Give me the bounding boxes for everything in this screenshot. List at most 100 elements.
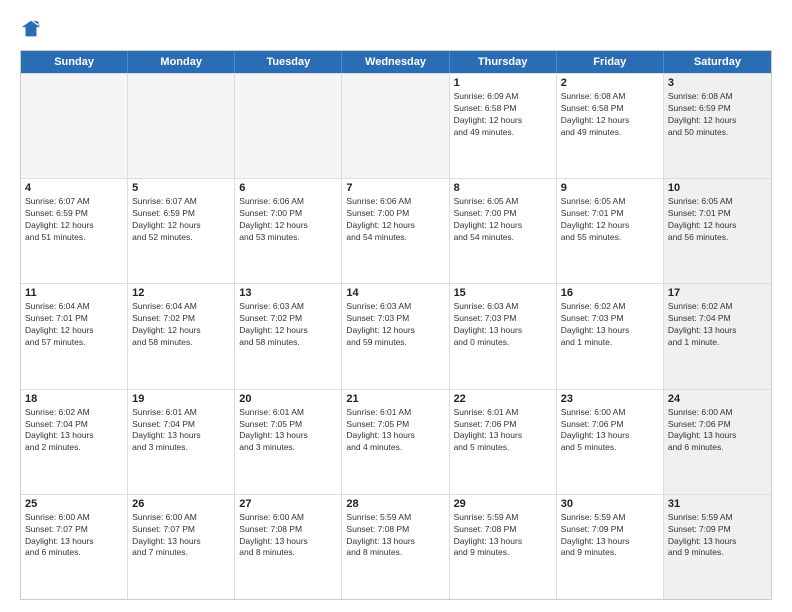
calendar-row-3: 18 Sunrise: 6:02 AM Sunset: 7:04 PM Dayli… [21, 389, 771, 494]
day-cell-15: 15 Sunrise: 6:03 AM Sunset: 7:03 PM Dayli… [450, 284, 557, 388]
day-number: 25 [25, 498, 123, 510]
day-info: Sunrise: 5:59 AM Sunset: 7:09 PM Dayligh… [561, 512, 659, 560]
empty-cell-0-3 [342, 74, 449, 178]
day-cell-7: 7 Sunrise: 6:06 AM Sunset: 7:00 PM Daylig… [342, 179, 449, 283]
day-number: 12 [132, 287, 230, 299]
day-info: Sunrise: 6:04 AM Sunset: 7:01 PM Dayligh… [25, 301, 123, 349]
day-number: 4 [25, 182, 123, 194]
day-number: 3 [668, 77, 767, 89]
day-info: Sunrise: 5:59 AM Sunset: 7:08 PM Dayligh… [454, 512, 552, 560]
page: SundayMondayTuesdayWednesdayThursdayFrid… [0, 0, 792, 612]
day-cell-23: 23 Sunrise: 6:00 AM Sunset: 7:06 PM Dayli… [557, 390, 664, 494]
day-info: Sunrise: 6:04 AM Sunset: 7:02 PM Dayligh… [132, 301, 230, 349]
day-number: 13 [239, 287, 337, 299]
empty-cell-0-2 [235, 74, 342, 178]
day-cell-31: 31Sunrise: 5:59 AM Sunset: 7:09 PM Dayli… [664, 495, 771, 599]
day-number: 15 [454, 287, 552, 299]
day-info: Sunrise: 6:09 AM Sunset: 6:58 PM Dayligh… [454, 91, 552, 139]
day-cell-9: 9 Sunrise: 6:05 AM Sunset: 7:01 PM Daylig… [557, 179, 664, 283]
day-number: 22 [454, 393, 552, 405]
day-number: 1 [454, 77, 552, 89]
day-of-week-saturday: Saturday [664, 51, 771, 73]
day-cell-21: 21Sunrise: 6:01 AM Sunset: 7:05 PM Dayli… [342, 390, 449, 494]
day-cell-10: 10 Sunrise: 6:05 AM Sunset: 7:01 PM Dayli… [664, 179, 771, 283]
day-info: Sunrise: 6:01 AM Sunset: 7:04 PM Dayligh… [132, 407, 230, 455]
day-cell-1: 1 Sunrise: 6:09 AM Sunset: 6:58 PM Daylig… [450, 74, 557, 178]
day-cell-30: 30 Sunrise: 5:59 AM Sunset: 7:09 PM Dayli… [557, 495, 664, 599]
day-number: 6 [239, 182, 337, 194]
day-info: Sunrise: 6:02 AM Sunset: 7:04 PM Dayligh… [25, 407, 123, 455]
day-info: Sunrise: 6:06 AM Sunset: 7:00 PM Dayligh… [346, 196, 444, 244]
day-cell-2: 2 Sunrise: 6:08 AM Sunset: 6:58 PM Daylig… [557, 74, 664, 178]
day-info: Sunrise: 6:01 AM Sunset: 7:05 PM Dayligh… [239, 407, 337, 455]
day-info: Sunrise: 6:08 AM Sunset: 6:58 PM Dayligh… [561, 91, 659, 139]
day-of-week-sunday: Sunday [21, 51, 128, 73]
logo [20, 18, 46, 40]
day-info: Sunrise: 6:03 AM Sunset: 7:02 PM Dayligh… [239, 301, 337, 349]
day-number: 29 [454, 498, 552, 510]
day-cell-20: 20 Sunrise: 6:01 AM Sunset: 7:05 PM Dayli… [235, 390, 342, 494]
day-cell-22: 22 Sunrise: 6:01 AM Sunset: 7:06 PM Dayli… [450, 390, 557, 494]
day-of-week-wednesday: Wednesday [342, 51, 449, 73]
day-cell-29: 29 Sunrise: 5:59 AM Sunset: 7:08 PM Dayli… [450, 495, 557, 599]
day-info: Sunrise: 6:03 AM Sunset: 7:03 PM Dayligh… [454, 301, 552, 349]
day-info: Sunrise: 6:07 AM Sunset: 6:59 PM Dayligh… [25, 196, 123, 244]
day-info: Sunrise: 6:06 AM Sunset: 7:00 PM Dayligh… [239, 196, 337, 244]
day-number: 14 [346, 287, 444, 299]
day-number: 31 [668, 498, 767, 510]
day-cell-13: 13 Sunrise: 6:03 AM Sunset: 7:02 PM Dayli… [235, 284, 342, 388]
day-number: 20 [239, 393, 337, 405]
calendar-row-0: 1 Sunrise: 6:09 AM Sunset: 6:58 PM Daylig… [21, 73, 771, 178]
day-number: 10 [668, 182, 767, 194]
day-number: 9 [561, 182, 659, 194]
day-info: Sunrise: 6:05 AM Sunset: 7:01 PM Dayligh… [668, 196, 767, 244]
day-info: Sunrise: 6:01 AM Sunset: 7:06 PM Dayligh… [454, 407, 552, 455]
day-info: Sunrise: 6:01 AM Sunset: 7:05 PM Dayligh… [346, 407, 444, 455]
day-number: 8 [454, 182, 552, 194]
day-number: 26 [132, 498, 230, 510]
day-number: 11 [25, 287, 123, 299]
calendar-row-4: 25Sunrise: 6:00 AM Sunset: 7:07 PM Dayli… [21, 494, 771, 599]
calendar-body: 1 Sunrise: 6:09 AM Sunset: 6:58 PM Daylig… [21, 73, 771, 599]
day-cell-28: 28Sunrise: 5:59 AM Sunset: 7:08 PM Dayli… [342, 495, 449, 599]
day-cell-17: 17 Sunrise: 6:02 AM Sunset: 7:04 PM Dayli… [664, 284, 771, 388]
day-number: 30 [561, 498, 659, 510]
day-number: 28 [346, 498, 444, 510]
day-cell-16: 16Sunrise: 6:02 AM Sunset: 7:03 PM Dayli… [557, 284, 664, 388]
day-of-week-tuesday: Tuesday [235, 51, 342, 73]
day-number: 7 [346, 182, 444, 194]
empty-cell-0-1 [128, 74, 235, 178]
calendar-row-2: 11 Sunrise: 6:04 AM Sunset: 7:01 PM Dayli… [21, 283, 771, 388]
day-info: Sunrise: 6:05 AM Sunset: 7:00 PM Dayligh… [454, 196, 552, 244]
day-cell-14: 14 Sunrise: 6:03 AM Sunset: 7:03 PM Dayli… [342, 284, 449, 388]
day-info: Sunrise: 6:05 AM Sunset: 7:01 PM Dayligh… [561, 196, 659, 244]
calendar-header: SundayMondayTuesdayWednesdayThursdayFrid… [21, 51, 771, 73]
day-cell-5: 5 Sunrise: 6:07 AM Sunset: 6:59 PM Daylig… [128, 179, 235, 283]
day-number: 27 [239, 498, 337, 510]
day-of-week-monday: Monday [128, 51, 235, 73]
day-info: Sunrise: 6:02 AM Sunset: 7:04 PM Dayligh… [668, 301, 767, 349]
calendar-row-1: 4 Sunrise: 6:07 AM Sunset: 6:59 PM Daylig… [21, 178, 771, 283]
day-cell-3: 3 Sunrise: 6:08 AM Sunset: 6:59 PM Daylig… [664, 74, 771, 178]
day-cell-18: 18 Sunrise: 6:02 AM Sunset: 7:04 PM Dayli… [21, 390, 128, 494]
day-number: 23 [561, 393, 659, 405]
day-number: 24 [668, 393, 767, 405]
calendar: SundayMondayTuesdayWednesdayThursdayFrid… [20, 50, 772, 600]
day-number: 17 [668, 287, 767, 299]
day-info: Sunrise: 6:08 AM Sunset: 6:59 PM Dayligh… [668, 91, 767, 139]
day-cell-8: 8 Sunrise: 6:05 AM Sunset: 7:00 PM Daylig… [450, 179, 557, 283]
day-info: Sunrise: 6:03 AM Sunset: 7:03 PM Dayligh… [346, 301, 444, 349]
day-number: 19 [132, 393, 230, 405]
day-cell-27: 27 Sunrise: 6:00 AM Sunset: 7:08 PM Dayli… [235, 495, 342, 599]
day-cell-24: 24Sunrise: 6:00 AM Sunset: 7:06 PM Dayli… [664, 390, 771, 494]
day-number: 18 [25, 393, 123, 405]
day-of-week-thursday: Thursday [450, 51, 557, 73]
day-info: Sunrise: 6:07 AM Sunset: 6:59 PM Dayligh… [132, 196, 230, 244]
day-cell-25: 25Sunrise: 6:00 AM Sunset: 7:07 PM Dayli… [21, 495, 128, 599]
day-number: 5 [132, 182, 230, 194]
day-cell-26: 26Sunrise: 6:00 AM Sunset: 7:07 PM Dayli… [128, 495, 235, 599]
day-info: Sunrise: 6:00 AM Sunset: 7:08 PM Dayligh… [239, 512, 337, 560]
day-cell-19: 19 Sunrise: 6:01 AM Sunset: 7:04 PM Dayli… [128, 390, 235, 494]
day-number: 2 [561, 77, 659, 89]
day-info: Sunrise: 6:00 AM Sunset: 7:06 PM Dayligh… [561, 407, 659, 455]
